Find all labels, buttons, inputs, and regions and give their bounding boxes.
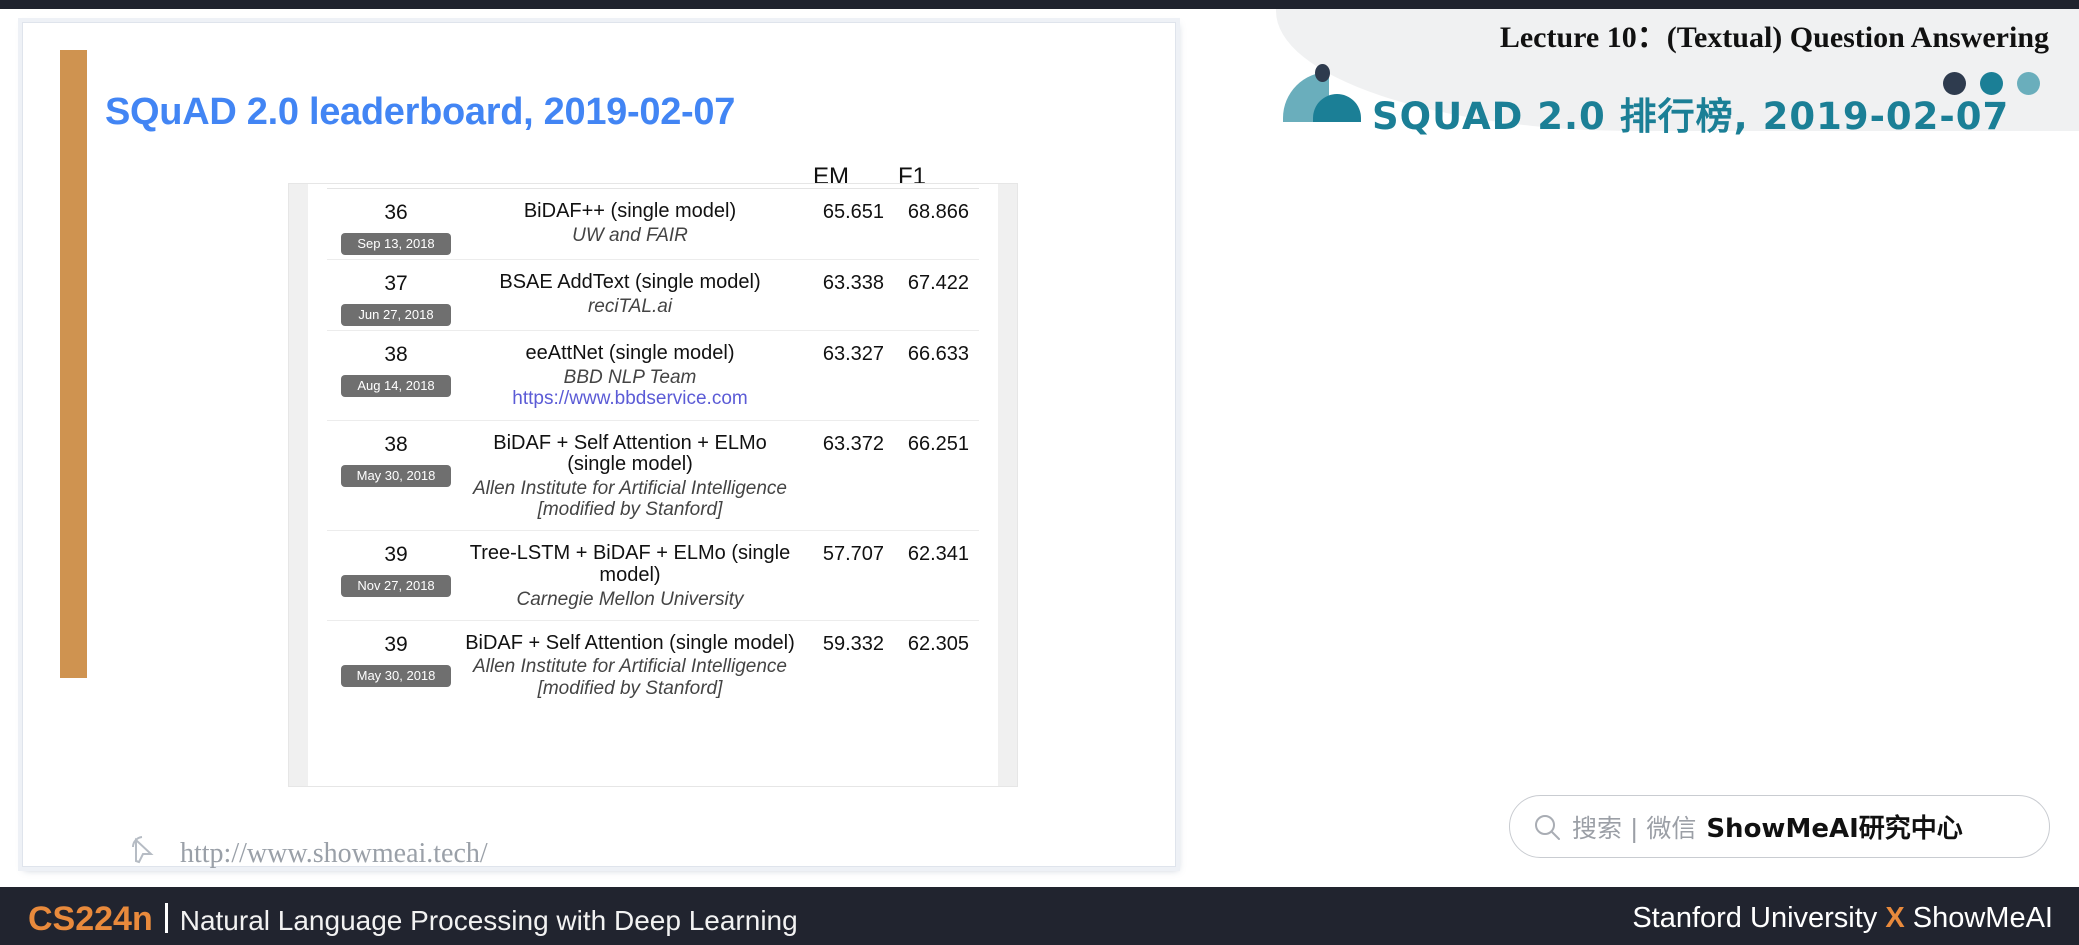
row-model: Tree-LSTM + BiDAF + ELMo (single model) [469,542,791,587]
row-date-badge: May 30, 2018 [341,664,451,687]
table-row: 39 May 30, 2018 BiDAF + Self Attention (… [327,619,979,709]
row-model: eeAttNet (single model) [525,342,735,364]
screenshot-right-gutter [998,184,1017,786]
row-rank: 38 [384,343,408,366]
row-rank: 38 [384,432,408,456]
row-org: Allen Institute for Artificial Intellige… [472,477,787,521]
row-rank: 39 [384,543,408,567]
slide-accent-bar [60,50,87,678]
lecture-title: Lecture 10：(Textual) Question Answering [1499,21,2049,54]
row-rank: 37 [384,272,408,295]
slide-title: SQuAD 2.0 leaderboard, 2019-02-07 [105,91,736,133]
table-row: 37 Jun 27, 2018 BSAE AddText (single mod… [327,259,979,330]
row-date-badge: Jun 27, 2018 [341,304,451,326]
footer-x: X [1885,902,1905,934]
showmeai-logo-icon [1283,64,1361,122]
row-f1: 66.633 [907,343,969,365]
dot-2 [1980,72,2003,95]
footer-course: CS224n Natural Language Processing with … [28,900,798,939]
row-org: UW and FAIR [572,224,688,246]
top-accent-bar [0,0,2079,9]
search-icon [1532,812,1562,842]
row-org: Allen Institute for Artificial Intellige… [472,656,787,699]
row-f1: 67.422 [907,272,969,294]
leaderboard-screenshot: 36 Sep 13, 2018 BiDAF++ (single model) U… [288,183,1018,787]
footer-attribution: Stanford University X ShowMeAI [1632,902,2053,935]
row-model: BiDAF + Self Attention + ELMo (single mo… [493,431,767,476]
row-rank: 39 [384,632,408,656]
table-row: 38 May 30, 2018 BiDAF + Self Attention +… [327,419,979,531]
decorative-dots [1943,72,2040,95]
row-em: 63.327 [822,343,884,365]
table-row: 36 Sep 13, 2018 BiDAF++ (single model) U… [327,188,979,259]
logo-dot-shape [1315,64,1330,82]
leaderboard-table: 36 Sep 13, 2018 BiDAF++ (single model) U… [327,188,979,709]
row-f1: 68.866 [907,201,969,223]
table-row: 38 Aug 14, 2018 eeAttNet (single model) … [327,330,979,420]
slide-card: SQuAD 2.0 leaderboard, 2019-02-07 EM F1 … [22,22,1176,869]
cursor-icon [126,831,166,876]
course-code: CS224n [28,900,153,938]
screenshot-left-gutter [289,184,308,786]
row-f1: 66.251 [907,432,969,455]
row-model: BSAE AddText (single model) [499,271,761,293]
row-link[interactable]: https://www.bbdservice.com [465,388,795,410]
row-f1: 62.305 [907,632,969,655]
row-org: Carnegie Mellon University [516,588,744,610]
footer-right-text: ShowMeAI [1904,902,2053,934]
watermark: http://www.showmeai.tech/ [126,831,488,876]
row-date-badge: Nov 27, 2018 [341,575,451,598]
row-model: BiDAF + Self Attention (single model) [465,631,795,654]
search-box[interactable]: 搜索 | 微信 ShowMeAI研究中心 [1509,795,2050,858]
row-date-badge: Sep 13, 2018 [341,233,451,255]
search-placeholder: 搜索 | 微信 [1572,813,1697,843]
row-em: 65.651 [822,201,884,223]
row-f1: 62.341 [907,543,969,566]
footer-left-text: Stanford University [1632,902,1886,934]
search-brand: ShowMeAI研究中心 [1706,814,1963,844]
table-row: 39 Nov 27, 2018 Tree-LSTM + BiDAF + ELMo… [327,530,979,619]
row-org: BBD NLP Team [563,366,697,388]
row-em: 63.338 [822,272,884,294]
row-org: reciTAL.ai [587,295,673,317]
row-rank: 36 [384,201,408,224]
row-em: 63.372 [822,432,884,455]
dot-1 [1943,72,1966,95]
footer-divider [164,903,168,933]
watermark-url: http://www.showmeai.tech/ [180,837,488,869]
row-model: BiDAF++ (single model) [523,200,737,222]
course-name: Natural Language Processing with Deep Le… [179,905,798,936]
row-date-badge: May 30, 2018 [341,464,451,487]
row-em: 59.332 [822,632,884,655]
section-title-zh: SQUAD 2.0 排行榜, 2019-02-07 [1372,95,2010,138]
row-date-badge: Aug 14, 2018 [341,375,451,397]
dot-3 [2017,72,2040,95]
row-em: 57.707 [822,543,884,566]
